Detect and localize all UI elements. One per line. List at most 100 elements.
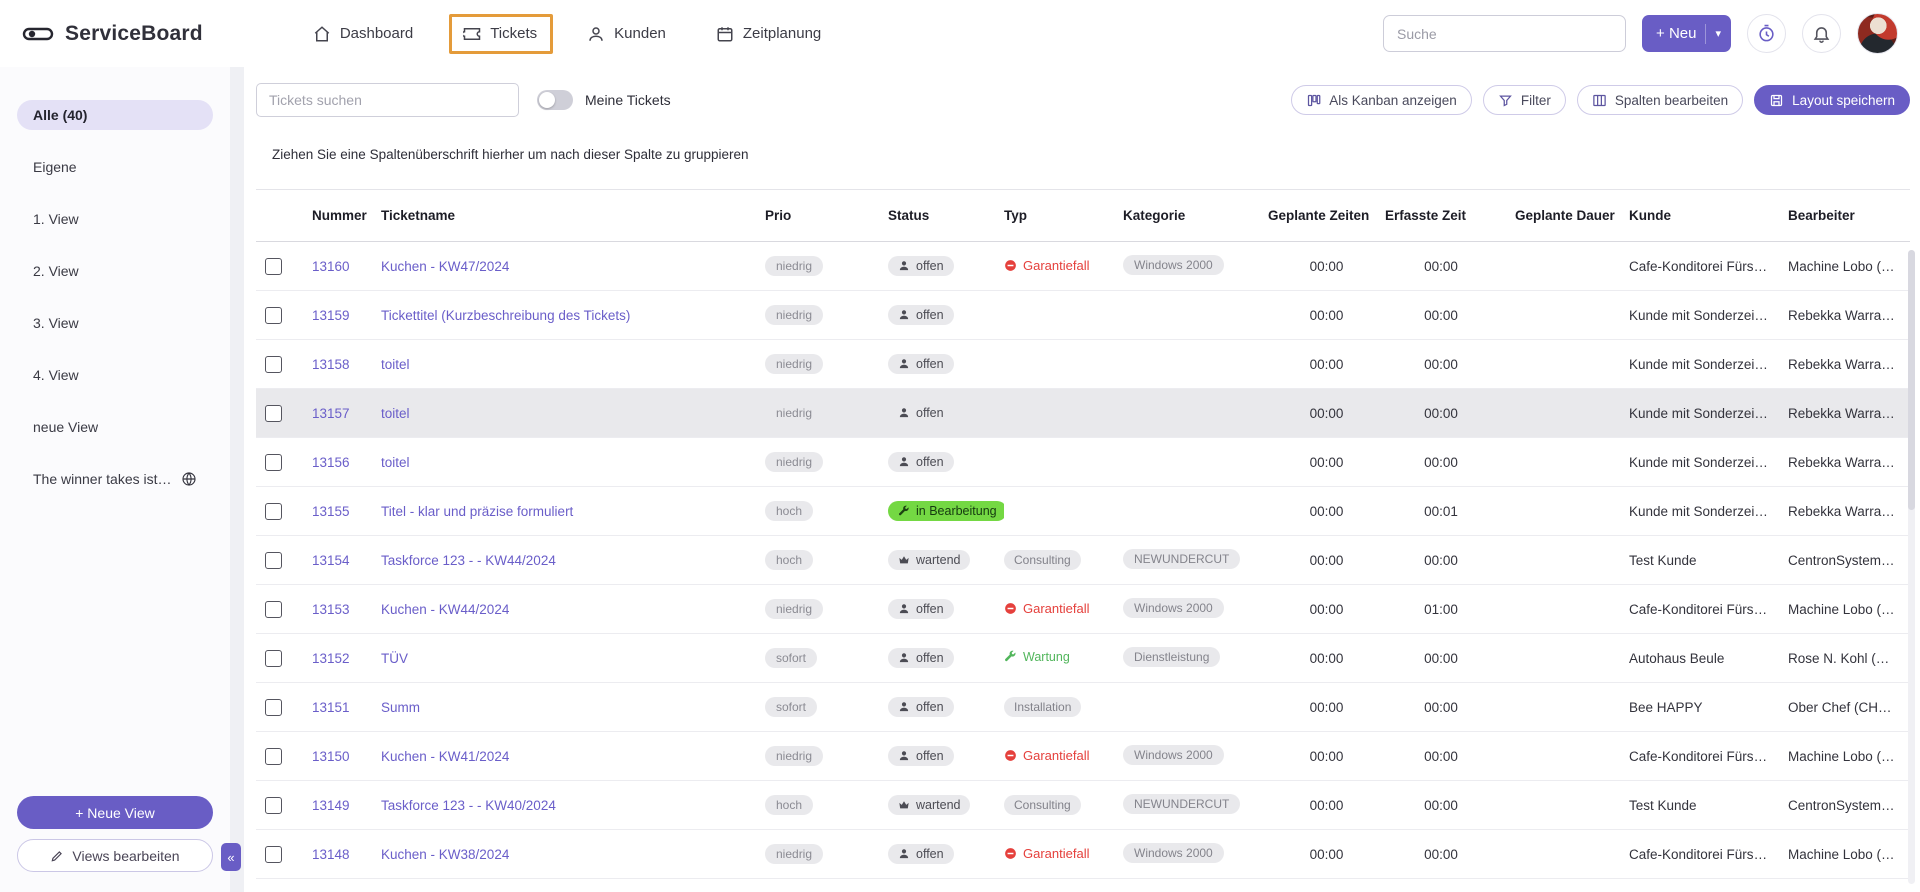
ticket-name-link[interactable]: Tickettitel (Kurzbeschreibung des Ticket…: [381, 308, 765, 323]
meine-tickets-toggle[interactable]: [537, 90, 573, 110]
ticket-number-link[interactable]: 13150: [312, 749, 381, 764]
column-header-kunde[interactable]: Kunde: [1617, 208, 1780, 223]
sidebar-view-item[interactable]: 4. View: [17, 360, 213, 390]
sidebar-view-item[interactable]: 2. View: [17, 256, 213, 286]
ticket-number-link[interactable]: 13154: [312, 553, 381, 568]
column-header-geplante-zeiten[interactable]: Geplante Zeiten: [1268, 208, 1385, 223]
ticket-number-link[interactable]: 13148: [312, 847, 381, 862]
ticket-row[interactable]: 13156 toitel niedrig offen: [256, 438, 1910, 487]
neu-button[interactable]: + Neu ▾: [1642, 15, 1731, 52]
timer-button[interactable]: [1747, 14, 1786, 53]
ticket-number-link[interactable]: 13158: [312, 357, 381, 372]
row-checkbox[interactable]: [265, 454, 282, 471]
sidebar-view-item[interactable]: 3. View: [17, 308, 213, 338]
ticket-row[interactable]: 13153 Kuchen - KW44/2024 niedrig offen: [256, 585, 1910, 634]
filter-button[interactable]: Filter: [1483, 85, 1566, 115]
column-header-kategorie[interactable]: Kategorie: [1123, 208, 1268, 223]
ticket-name-link[interactable]: Kuchen - KW41/2024: [381, 749, 765, 764]
row-checkbox[interactable]: [265, 307, 282, 324]
ticket-number-link[interactable]: 13149: [312, 798, 381, 813]
row-checkbox[interactable]: [265, 650, 282, 667]
row-checkbox[interactable]: [265, 503, 282, 520]
sidebar-collapse-button[interactable]: «: [221, 843, 241, 871]
ticket-number-link[interactable]: 13151: [312, 700, 381, 715]
ticket-name-link[interactable]: TÜV: [381, 651, 765, 666]
tickets-search-input[interactable]: [256, 83, 519, 117]
ticket-name-link[interactable]: Kuchen - KW38/2024: [381, 847, 765, 862]
sidebar-view-item[interactable]: 1. View: [17, 204, 213, 234]
erfasste-zeit-cell: 01:00: [1385, 602, 1497, 617]
ticket-number-link[interactable]: 13160: [312, 259, 381, 274]
row-checkbox[interactable]: [265, 797, 282, 814]
ticket-row[interactable]: 13155 Titel - klar und präzise formulier…: [256, 487, 1910, 536]
ticket-name-link[interactable]: Kuchen - KW44/2024: [381, 602, 765, 617]
ticket-row[interactable]: 13157 toitel niedrig offen: [256, 389, 1910, 438]
row-checkbox[interactable]: [265, 846, 282, 863]
column-header-ticketname[interactable]: Ticketname: [381, 208, 765, 223]
ticket-name-link[interactable]: Summ: [381, 700, 765, 715]
column-header-nummer[interactable]: Nummer: [312, 208, 381, 223]
user-avatar[interactable]: [1857, 13, 1898, 54]
sidebar-view-item[interactable]: The winner takes ist …: [17, 464, 213, 494]
ticket-number-link[interactable]: 13157: [312, 406, 381, 421]
kanban-view-button[interactable]: Als Kanban anzeigen: [1291, 85, 1472, 115]
nav-item-tickets[interactable]: Tickets: [461, 19, 539, 49]
views-bearbeiten-button[interactable]: Views bearbeiten: [17, 839, 213, 872]
status-label: offen: [916, 308, 944, 322]
nav-item-zeitplanung[interactable]: Zeitplanung: [714, 19, 823, 49]
status-label: offen: [916, 455, 944, 469]
ticket-row[interactable]: 13158 toitel niedrig offen: [256, 340, 1910, 389]
ticket-row[interactable]: 13154 Taskforce 123 - - KW44/2024 hoch w…: [256, 536, 1910, 585]
ticket-name-link[interactable]: toitel: [381, 455, 765, 470]
column-header-bearbeiter[interactable]: Bearbeiter: [1780, 208, 1910, 223]
ticket-row[interactable]: 13150 Kuchen - KW41/2024 niedrig offen: [256, 732, 1910, 781]
erfasste-zeit-cell: 00:00: [1385, 700, 1497, 715]
row-checkbox[interactable]: [265, 699, 282, 716]
row-checkbox[interactable]: [265, 258, 282, 275]
ticket-row[interactable]: 13159 Tickettitel (Kurzbeschreibung des …: [256, 291, 1910, 340]
ticket-row[interactable]: 13152 TÜV sofort offen: [256, 634, 1910, 683]
row-checkbox[interactable]: [265, 552, 282, 569]
column-header-erfasste-zeit[interactable]: Erfasste Zeit: [1385, 208, 1497, 223]
ticket-number-link[interactable]: 13153: [312, 602, 381, 617]
kategorie-badge: NEWUNDERCUT: [1123, 549, 1240, 569]
spalten-bearbeiten-button[interactable]: Spalten bearbeiten: [1577, 85, 1743, 115]
ticket-name-link[interactable]: Kuchen - KW47/2024: [381, 259, 765, 274]
layout-speichern-button[interactable]: Layout speichern: [1754, 85, 1910, 115]
vertical-scrollbar[interactable]: [1908, 250, 1915, 884]
column-header-geplante-dauer[interactable]: Geplante Dauer: [1497, 208, 1617, 223]
row-checkbox[interactable]: [265, 748, 282, 765]
sidebar-view-item[interactable]: Eigene: [17, 152, 213, 182]
ticket-name-link[interactable]: toitel: [381, 357, 765, 372]
scrollbar-thumb[interactable]: [1908, 250, 1915, 510]
chevron-down-icon: ▾: [1715, 27, 1721, 40]
ticket-row[interactable]: 13149 Taskforce 123 - - KW40/2024 hoch w…: [256, 781, 1910, 830]
global-search-input[interactable]: [1383, 15, 1626, 52]
row-checkbox[interactable]: [265, 601, 282, 618]
row-checkbox[interactable]: [265, 405, 282, 422]
ticket-number-link[interactable]: 13152: [312, 651, 381, 666]
ticket-row[interactable]: 13148 Kuchen - KW38/2024 niedrig offen: [256, 830, 1910, 879]
wartung-wrench-icon: [1004, 650, 1017, 663]
notifications-button[interactable]: [1802, 14, 1841, 53]
sidebar-view-item[interactable]: Alle (40): [17, 100, 213, 130]
brand[interactable]: ServiceBoard: [22, 22, 203, 46]
neue-view-button[interactable]: + Neue View: [17, 796, 213, 829]
column-header-prio[interactable]: Prio: [765, 208, 888, 223]
ticket-number-link[interactable]: 13156: [312, 455, 381, 470]
ticket-row[interactable]: 13160 Kuchen - KW47/2024 niedrig offen: [256, 242, 1910, 291]
ticket-number-link[interactable]: 13155: [312, 504, 381, 519]
ticket-number-link[interactable]: 13159: [312, 308, 381, 323]
ticket-name-link[interactable]: toitel: [381, 406, 765, 421]
column-header-typ[interactable]: Typ: [1004, 208, 1123, 223]
column-header-status[interactable]: Status: [888, 208, 1004, 223]
nav-item-kunden[interactable]: Kunden: [585, 19, 668, 49]
ticket-row[interactable]: 13151 Summ sofort offen: [256, 683, 1910, 732]
typ-badge: Garantiefall: [1004, 748, 1089, 763]
row-checkbox[interactable]: [265, 356, 282, 373]
ticket-name-link[interactable]: Taskforce 123 - - KW44/2024: [381, 553, 765, 568]
ticket-name-link[interactable]: Taskforce 123 - - KW40/2024: [381, 798, 765, 813]
ticket-name-link[interactable]: Titel - klar und präzise formuliert: [381, 504, 765, 519]
nav-item-dashboard[interactable]: Dashboard: [311, 19, 415, 49]
sidebar-view-item[interactable]: neue View: [17, 412, 213, 442]
